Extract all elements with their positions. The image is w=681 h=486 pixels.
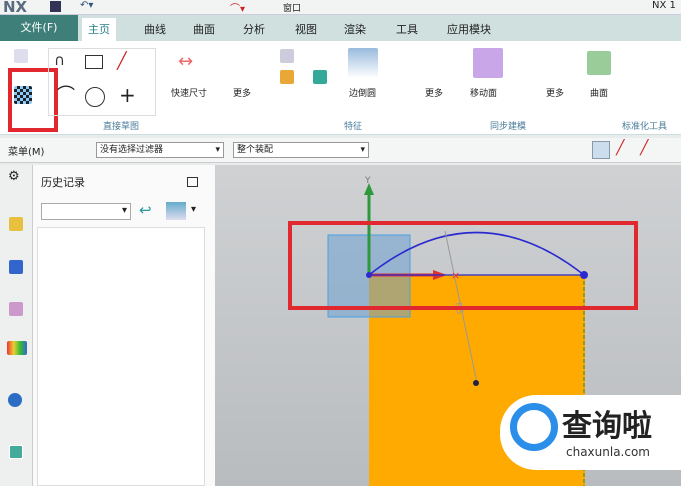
y-axis-label: Y xyxy=(364,176,371,186)
rapid-dimension-icon[interactable]: ↔ xyxy=(178,51,193,72)
tab-render[interactable]: 渲染 xyxy=(338,18,372,41)
assembly-scope-select[interactable]: 整个装配 ▾ xyxy=(233,142,369,158)
tab-surface[interactable]: 曲面 xyxy=(187,18,221,41)
point-icon[interactable]: + xyxy=(119,83,136,107)
chevron-down-icon[interactable]: ▾ xyxy=(191,204,196,215)
rectangle-icon[interactable] xyxy=(85,55,103,69)
move-face-icon[interactable] xyxy=(473,48,503,78)
web-browser-icon[interactable] xyxy=(8,393,22,407)
constraint-navigator-icon[interactable] xyxy=(9,260,23,274)
window-menu[interactable]: 窗口 xyxy=(283,1,301,14)
snap-icon[interactable] xyxy=(592,141,610,159)
circle-icon[interactable] xyxy=(85,87,105,107)
part-navigator-icon[interactable] xyxy=(9,302,23,316)
app-title: NX 1 xyxy=(652,0,676,11)
nx-logo: NX xyxy=(3,0,28,16)
chevron-down-icon: ▾ xyxy=(121,205,127,216)
tab-file[interactable]: 文件(F) xyxy=(0,15,78,41)
return-arrow-icon[interactable]: ↩ xyxy=(139,201,152,219)
history-title: 历史记录 xyxy=(41,176,85,189)
chevron-down-icon: ▾ xyxy=(360,145,365,155)
edge-blend-icon[interactable] xyxy=(348,48,378,78)
sketch-curve-gallery: ∩ ╱ ⌒ + xyxy=(48,48,156,116)
midpoint-marker-icon: × xyxy=(451,269,460,282)
group-sync-modeling: 同步建模 xyxy=(490,122,527,132)
more-sketch-button[interactable]: 更多 xyxy=(233,86,251,99)
filter-value: 没有选择过滤器 xyxy=(100,145,164,155)
resource-bar: ⚙ xyxy=(0,165,33,486)
tab-curve[interactable]: 曲线 xyxy=(138,18,172,41)
maximize-icon[interactable] xyxy=(187,177,198,187)
assembly-navigator-icon[interactable] xyxy=(9,217,23,231)
tab-tools[interactable]: 工具 xyxy=(390,18,424,41)
arc-end-point[interactable] xyxy=(580,271,588,279)
save-icon[interactable] xyxy=(50,1,61,12)
history-panel: 历史记录 ▾ ↩ ▾ xyxy=(33,165,215,486)
tab-analysis[interactable]: 分析 xyxy=(237,18,271,41)
watermark-brand: 查询啦 xyxy=(562,409,652,444)
surface-icon[interactable] xyxy=(587,51,611,75)
rapid-dimension-button[interactable]: 快速尺寸 xyxy=(171,86,207,99)
hole-icon[interactable] xyxy=(313,70,327,84)
edge-blend-button[interactable]: 边倒圆 xyxy=(349,86,376,99)
image-icon[interactable] xyxy=(166,202,186,220)
surface-button[interactable]: 曲面 xyxy=(590,86,608,99)
watermark: 查询啦 chaxunla.com xyxy=(500,395,681,470)
menu-button[interactable]: 菜单(M) xyxy=(8,143,44,158)
ribbon-tabs: 文件(F) 主页 曲线 曲面 分析 视图 渲染 工具 应用模块 xyxy=(0,15,681,41)
history-icon[interactable] xyxy=(9,445,23,459)
group-direct-sketch: 直接草图 xyxy=(103,122,140,132)
tab-view[interactable]: 视图 xyxy=(289,18,323,41)
more-feature-button[interactable]: 更多 xyxy=(425,86,443,99)
title-bar: NX ↶▾ ⌒▾ 窗口 NX 1 xyxy=(0,0,681,16)
watermark-logo-icon xyxy=(510,403,558,451)
arc-icon[interactable]: ⌒ xyxy=(57,81,75,107)
snap-midpoint-icon[interactable]: ╱ xyxy=(640,140,648,156)
arc-center-point[interactable] xyxy=(473,380,479,386)
ribbon: ∩ ╱ ⌒ + ↔ 快速尺寸 更多 直接草图 边倒圆 更多 特征 移动面 更多 … xyxy=(0,41,681,135)
group-standard-tools: 标准化工具 xyxy=(622,122,668,132)
history-filter-select[interactable]: ▾ xyxy=(41,203,131,220)
sketch-icon[interactable] xyxy=(14,49,28,63)
watermark-url: chaxunla.com xyxy=(566,445,650,459)
selection-toolbar: 菜单(M) 没有选择过滤器 ▾ 整个装配 ▾ ╱ ╱ xyxy=(0,138,681,163)
history-list xyxy=(37,227,205,486)
arc-start-point[interactable] xyxy=(366,272,372,278)
gear-icon[interactable]: ⚙ xyxy=(8,169,20,184)
more-sync-button[interactable]: 更多 xyxy=(546,86,564,99)
reuse-library-icon[interactable] xyxy=(7,341,27,355)
filter-select[interactable]: 没有选择过滤器 ▾ xyxy=(96,142,224,158)
move-face-button[interactable]: 移动面 xyxy=(470,86,497,99)
curve-icon[interactable]: ⌒▾ xyxy=(230,0,245,15)
graphics-viewport[interactable]: Y R5 × 查询啦 chaxunla.com xyxy=(215,165,681,486)
extrude-icon[interactable] xyxy=(280,70,294,84)
snap-endpoint-icon[interactable]: ╱ xyxy=(616,140,624,156)
profile-icon[interactable]: ∩ xyxy=(54,51,65,69)
tab-application[interactable]: 应用模块 xyxy=(441,18,497,41)
chevron-down-icon: ▾ xyxy=(215,145,220,155)
group-feature: 特征 xyxy=(344,122,363,132)
undo-icon[interactable]: ↶▾ xyxy=(80,0,93,11)
datum-icon[interactable] xyxy=(280,49,294,63)
assembly-value: 整个装配 xyxy=(237,145,274,155)
tab-home[interactable]: 主页 xyxy=(82,18,116,41)
line-icon[interactable]: ╱ xyxy=(117,51,127,70)
